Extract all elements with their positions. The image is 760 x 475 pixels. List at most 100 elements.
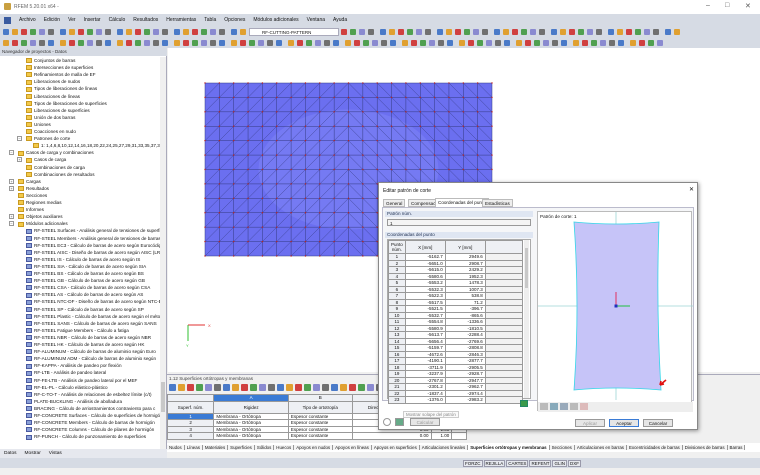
table-tool-icon[interactable] — [259, 384, 266, 391]
tree-item[interactable]: RF-STEEL SANS - Cálculo de barras de ace… — [26, 320, 157, 327]
toolbar-button-icon[interactable] — [648, 39, 654, 46]
tree-item[interactable]: Liberaciones de líneas — [26, 93, 80, 100]
tree-item[interactable]: BRACING - Cálculo de arriostramientos co… — [26, 405, 155, 412]
menu-item[interactable]: Edición — [44, 17, 60, 23]
tree-item[interactable]: Unión de dos barras — [26, 114, 75, 121]
table-tool-icon[interactable] — [295, 384, 302, 391]
toolbar-button-icon[interactable] — [674, 28, 680, 35]
toolbar-button-icon[interactable] — [560, 28, 566, 35]
tree-item[interactable]: + Cargas — [9, 178, 41, 185]
toolbar-button-icon[interactable] — [78, 39, 84, 46]
toolbar-button-icon[interactable] — [105, 39, 111, 46]
table-tool-icon[interactable] — [250, 384, 257, 391]
sheet-tab[interactable]: Superficies — [228, 445, 255, 450]
tree-item[interactable]: Refinamientos de malla de EF — [26, 71, 96, 78]
sheet-tab[interactable]: Materiales — [202, 445, 229, 450]
toolbar-button-icon[interactable] — [96, 28, 102, 35]
toolbar-button-icon[interactable] — [459, 39, 465, 46]
toolbar-button-icon[interactable] — [551, 28, 557, 35]
table-cell[interactable]: Espesor constante — [287, 432, 353, 440]
status-toggle[interactable]: GLIN — [552, 460, 567, 467]
tree-item[interactable]: RF-FE-LTB - Análisis de pandeo lateral p… — [26, 377, 137, 384]
toolbar-button-icon[interactable] — [39, 39, 45, 46]
toolbar-button-icon[interactable] — [512, 28, 518, 35]
toolbar-button-icon[interactable] — [363, 39, 369, 46]
expand-icon[interactable]: + — [9, 214, 14, 220]
toolbar-button-icon[interactable] — [12, 39, 18, 46]
tree-item[interactable]: + Casos de carga — [17, 156, 66, 163]
menu-item[interactable]: Tabla — [204, 17, 216, 23]
menu-item[interactable]: Herramientas — [166, 17, 196, 23]
tree-item[interactable]: Tipos de liberaciones de líneas — [26, 85, 97, 92]
toolbar-button-icon[interactable] — [530, 28, 536, 35]
toolbar-button-icon[interactable] — [144, 28, 150, 35]
toolbar-button-icon[interactable] — [341, 28, 347, 35]
points-scrollbar[interactable] — [524, 240, 529, 398]
toolbar-button-icon[interactable] — [639, 39, 645, 46]
toolbar-button-icon[interactable] — [552, 39, 558, 46]
toolbar-button-icon[interactable] — [249, 39, 255, 46]
toolbar-button-icon[interactable] — [87, 28, 93, 35]
tree-item[interactable]: 1: 1,4,6,8,10,12,14,16,18,20,22,24,25,27… — [33, 142, 166, 149]
toolbar-button-icon[interactable] — [350, 28, 356, 35]
show-overlap-icon[interactable] — [560, 403, 568, 410]
point-row[interactable]: 23 -1376.0 -2983.2 — [388, 396, 524, 404]
sheet-tab[interactable]: Líneas — [184, 445, 203, 450]
menu-item[interactable]: Opciones — [224, 17, 245, 23]
sheet-tab[interactable]: Sólidos — [254, 445, 275, 450]
tree-item[interactable]: − Patrones de corte — [17, 135, 70, 142]
toolbar-button-icon[interactable] — [87, 39, 93, 46]
table-cell[interactable]: 4 — [166, 432, 215, 440]
toolbar-button-icon[interactable] — [582, 39, 588, 46]
toolbar-button-icon[interactable] — [368, 28, 374, 35]
toolbar-button-icon[interactable] — [402, 39, 408, 46]
tree-item[interactable]: RF-STEEL HK - Cálculo de barras de acero… — [26, 341, 144, 348]
toolbar-button-icon[interactable] — [48, 28, 54, 35]
sheet-tab[interactable]: Articulaciones en barras — [574, 445, 627, 450]
toolbar-button-icon[interactable] — [503, 28, 509, 35]
module-combo[interactable]: RF-CUTTING-PATTERN — [249, 27, 339, 36]
toolbar-button-icon[interactable] — [30, 39, 36, 46]
toolbar-button-icon[interactable] — [482, 28, 488, 35]
units-icon[interactable] — [395, 418, 404, 426]
toolbar-button-icon[interactable] — [144, 39, 150, 46]
table-tool-icon[interactable] — [304, 384, 311, 391]
tree-item[interactable]: RF-CONCRETE Members - Cálculo de barras … — [26, 419, 155, 426]
table-tool-icon[interactable] — [268, 384, 275, 391]
toolbar-button-icon[interactable] — [389, 28, 395, 35]
toolbar-button-icon[interactable] — [126, 28, 132, 35]
tree-item[interactable]: Regiones medias — [18, 199, 62, 206]
tree-item[interactable]: RF-C-TO-T - Análisis de relaciones de es… — [26, 391, 152, 398]
toolbar-button-icon[interactable] — [380, 28, 386, 35]
toolbar-button-icon[interactable] — [416, 28, 422, 35]
tree-item[interactable]: + Resultados — [9, 185, 49, 192]
status-toggle[interactable]: CARTES — [506, 460, 529, 467]
toolbar-button-icon[interactable] — [504, 39, 510, 46]
table-cell[interactable]: 1.00 — [430, 432, 453, 440]
table-tool-icon[interactable] — [196, 384, 203, 391]
toolbar-button-icon[interactable] — [473, 28, 479, 35]
menu-icon[interactable] — [4, 16, 11, 24]
toolbar-button-icon[interactable] — [608, 28, 614, 35]
toolbar-button-icon[interactable] — [219, 39, 225, 46]
table-tool-icon[interactable] — [187, 384, 194, 391]
toolbar-button-icon[interactable] — [192, 28, 198, 35]
toolbar-button-icon[interactable] — [135, 39, 141, 46]
toolbar-button-icon[interactable] — [596, 28, 602, 35]
tree-item[interactable]: Secciones — [18, 192, 47, 199]
toolbar-button-icon[interactable] — [447, 39, 453, 46]
sheet-tab[interactable]: Barras — [727, 445, 746, 450]
toolbar-button-icon[interactable] — [644, 28, 650, 35]
toolbar-button-icon[interactable] — [569, 28, 575, 35]
toolbar-button-icon[interactable] — [539, 28, 545, 35]
tree-item[interactable]: Conjuntos de barras — [26, 57, 75, 64]
preview-tool-icon[interactable] — [550, 403, 558, 410]
toolbar-button-icon[interactable] — [398, 28, 404, 35]
toolbar-button-icon[interactable] — [525, 39, 531, 46]
table-tool-icon[interactable] — [349, 384, 356, 391]
tree-item[interactable]: RF-STEEL SIA - Cálculo de barras de acer… — [26, 263, 146, 270]
toolbar-button-icon[interactable] — [657, 39, 663, 46]
toolbar-button-icon[interactable] — [437, 28, 443, 35]
tree-item[interactable]: RF-ALUMINUM ADM - Cálculo de barras de a… — [26, 355, 156, 362]
toolbar-button-icon[interactable] — [617, 28, 623, 35]
